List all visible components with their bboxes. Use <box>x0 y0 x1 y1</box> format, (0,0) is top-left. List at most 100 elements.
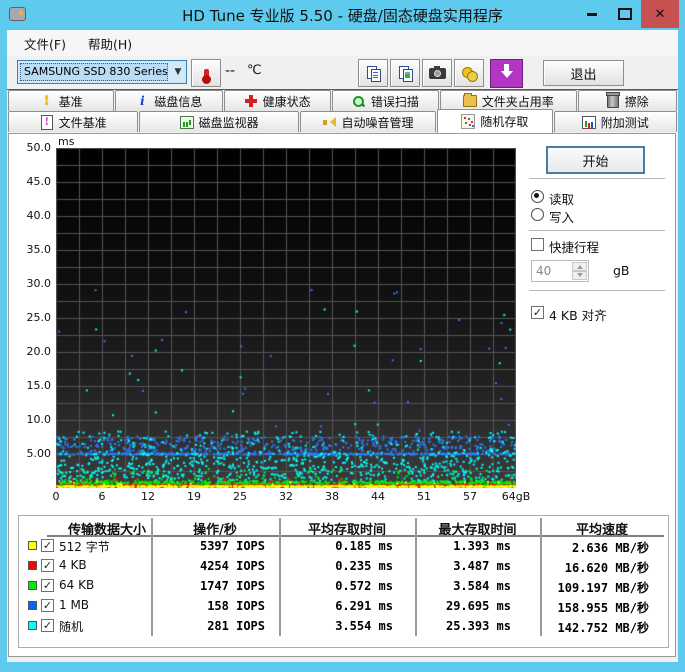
series-label: 4 KB <box>59 558 87 572</box>
maximize-button[interactable] <box>608 0 641 28</box>
avg-speed-value: 142.752 MB/秒 <box>542 619 649 636</box>
tab-health[interactable]: 健康状态 <box>224 90 331 111</box>
tab-aam[interactable]: 自动噪音管理 <box>300 111 436 132</box>
magnifier-icon <box>352 94 366 108</box>
avg-access-value: 3.554 ms <box>281 619 393 633</box>
tab-label: 磁盘监视器 <box>199 114 259 131</box>
series-checkbox[interactable] <box>41 579 54 592</box>
series-color-swatch <box>28 561 37 570</box>
y-tick-label: 10.0 <box>13 413 51 426</box>
tab-label: 文件夹占用率 <box>482 93 554 110</box>
speaker-icon <box>322 115 336 129</box>
series-checkbox[interactable] <box>41 539 54 552</box>
tab-disk-info[interactable]: i磁盘信息 <box>115 90 222 111</box>
tab-erase[interactable]: 擦除 <box>578 90 677 111</box>
x-tick-label: 6 <box>99 490 106 503</box>
y-tick-label: 5.00 <box>13 447 51 460</box>
y-axis-unit: ms <box>58 135 74 148</box>
ops-value: 5397 IOPS <box>153 539 265 553</box>
avg-speed-value: 158.955 MB/秒 <box>542 599 649 616</box>
exclamation-icon: ! <box>40 94 54 108</box>
temperature-button[interactable] <box>191 59 221 87</box>
series-label: 随机 <box>59 618 83 635</box>
minimize-icon <box>587 13 597 16</box>
ops-value: 4254 IOPS <box>153 559 265 573</box>
ops-value: 1747 IOPS <box>153 579 265 593</box>
capacity-value: 40 <box>536 264 551 278</box>
thermometer-icon <box>204 69 209 80</box>
x-tick-label: 12 <box>141 490 155 503</box>
tab-file-benchmark[interactable]: 文件基准 <box>8 111 138 132</box>
tab-label: 随机存取 <box>480 113 528 130</box>
read-radio[interactable] <box>531 190 544 203</box>
maximize-icon <box>618 8 632 20</box>
spin-down-button[interactable] <box>572 271 587 280</box>
arrow-up-icon <box>577 262 583 269</box>
chevron-down-icon[interactable]: ▼ <box>170 61 186 83</box>
copy-text-icon <box>367 66 380 81</box>
align-label[interactable]: 4 KB 对齐 <box>549 305 607 324</box>
tab-row-2: 文件基准 磁盘监视器 自动噪音管理 随机存取 附加测试 <box>8 111 678 132</box>
app-window: HD Tune 专业版 5.50 - 硬盘/固态硬盘实用程序 ✕ 文件(F) 帮… <box>0 0 685 672</box>
drive-select[interactable]: SAMSUNG SSD 830 Series (64 gB) ▼ <box>17 60 187 84</box>
x-tick-label: 38 <box>325 490 339 503</box>
series-checkbox[interactable] <box>41 559 54 572</box>
y-tick-label: 35.0 <box>13 243 51 256</box>
start-button[interactable]: 开始 <box>546 146 645 174</box>
series-color-swatch <box>28 601 37 610</box>
avg-access-value: 0.185 ms <box>281 539 393 553</box>
exit-button[interactable]: 退出 <box>543 60 624 86</box>
close-button[interactable]: ✕ <box>641 0 679 28</box>
write-radio[interactable] <box>531 208 544 221</box>
download-icon <box>504 64 509 71</box>
short-stroke-checkbox[interactable] <box>531 238 544 251</box>
gold-coins-icon <box>462 67 477 80</box>
x-tick-label: 19 <box>187 490 201 503</box>
write-label[interactable]: 写入 <box>549 207 574 226</box>
copy-image-button[interactable] <box>390 59 420 87</box>
capacity-spinner[interactable]: 40 <box>531 260 589 282</box>
options-button[interactable] <box>454 59 484 87</box>
random-access-chart <box>56 148 516 488</box>
x-tick-label: 44 <box>371 490 385 503</box>
menu-file[interactable]: 文件(F) <box>15 31 75 56</box>
tab-folder-usage[interactable]: 文件夹占用率 <box>440 90 577 111</box>
camera-icon <box>429 68 446 79</box>
arrow-down-icon <box>577 273 583 280</box>
tab-strip: ! 基准 i磁盘信息 健康状态 错误扫描 文件夹占用率 擦除 文件基准 磁盘监视器… <box>7 90 678 134</box>
y-tick-label: 15.0 <box>13 379 51 392</box>
short-stroke-label[interactable]: 快捷行程 <box>549 237 599 256</box>
minimize-button[interactable] <box>575 0 608 28</box>
table-row: 随机 281 IOPS 3.554 ms 25.393 ms 142.752 M… <box>19 616 668 636</box>
read-label[interactable]: 读取 <box>549 189 574 208</box>
tab-disk-monitor[interactable]: 磁盘监视器 <box>139 111 299 132</box>
screenshot-button[interactable] <box>422 59 452 87</box>
max-access-value: 3.487 ms <box>417 559 511 573</box>
series-checkbox[interactable] <box>41 599 54 612</box>
align-checkbox[interactable] <box>531 306 544 319</box>
save-button[interactable] <box>490 59 523 88</box>
tab-error-scan[interactable]: 错误扫描 <box>332 90 439 111</box>
monitor-chart-icon <box>180 115 194 129</box>
tab-random-access[interactable]: 随机存取 <box>437 109 553 133</box>
y-tick-label: 40.0 <box>13 209 51 222</box>
ops-value: 158 IOPS <box>153 599 265 613</box>
copy-image-icon <box>399 66 412 81</box>
series-checkbox[interactable] <box>41 619 54 632</box>
y-tick-label: 45.0 <box>13 175 51 188</box>
tab-extra-tests[interactable]: 附加测试 <box>554 111 677 132</box>
tab-label: 基准 <box>59 93 83 110</box>
capacity-unit-label: gB <box>613 263 630 278</box>
client-area: 文件(F) 帮助(H) SAMSUNG SSD 830 Series (64 g… <box>7 30 678 662</box>
health-cross-icon <box>244 94 258 108</box>
table-row: 4 KB 4254 IOPS 0.235 ms 3.487 ms 16.620 … <box>19 556 668 576</box>
menu-help[interactable]: 帮助(H) <box>79 31 141 56</box>
download-icon-head <box>501 71 513 84</box>
max-access-value: 1.393 ms <box>417 539 511 553</box>
copy-text-button[interactable] <box>358 59 388 87</box>
y-tick-label: 30.0 <box>13 277 51 290</box>
x-tick-label: 64gB <box>502 490 531 503</box>
x-tick-label: 57 <box>463 490 477 503</box>
spin-up-button[interactable] <box>572 262 587 271</box>
tab-benchmark[interactable]: ! 基准 <box>8 90 114 111</box>
